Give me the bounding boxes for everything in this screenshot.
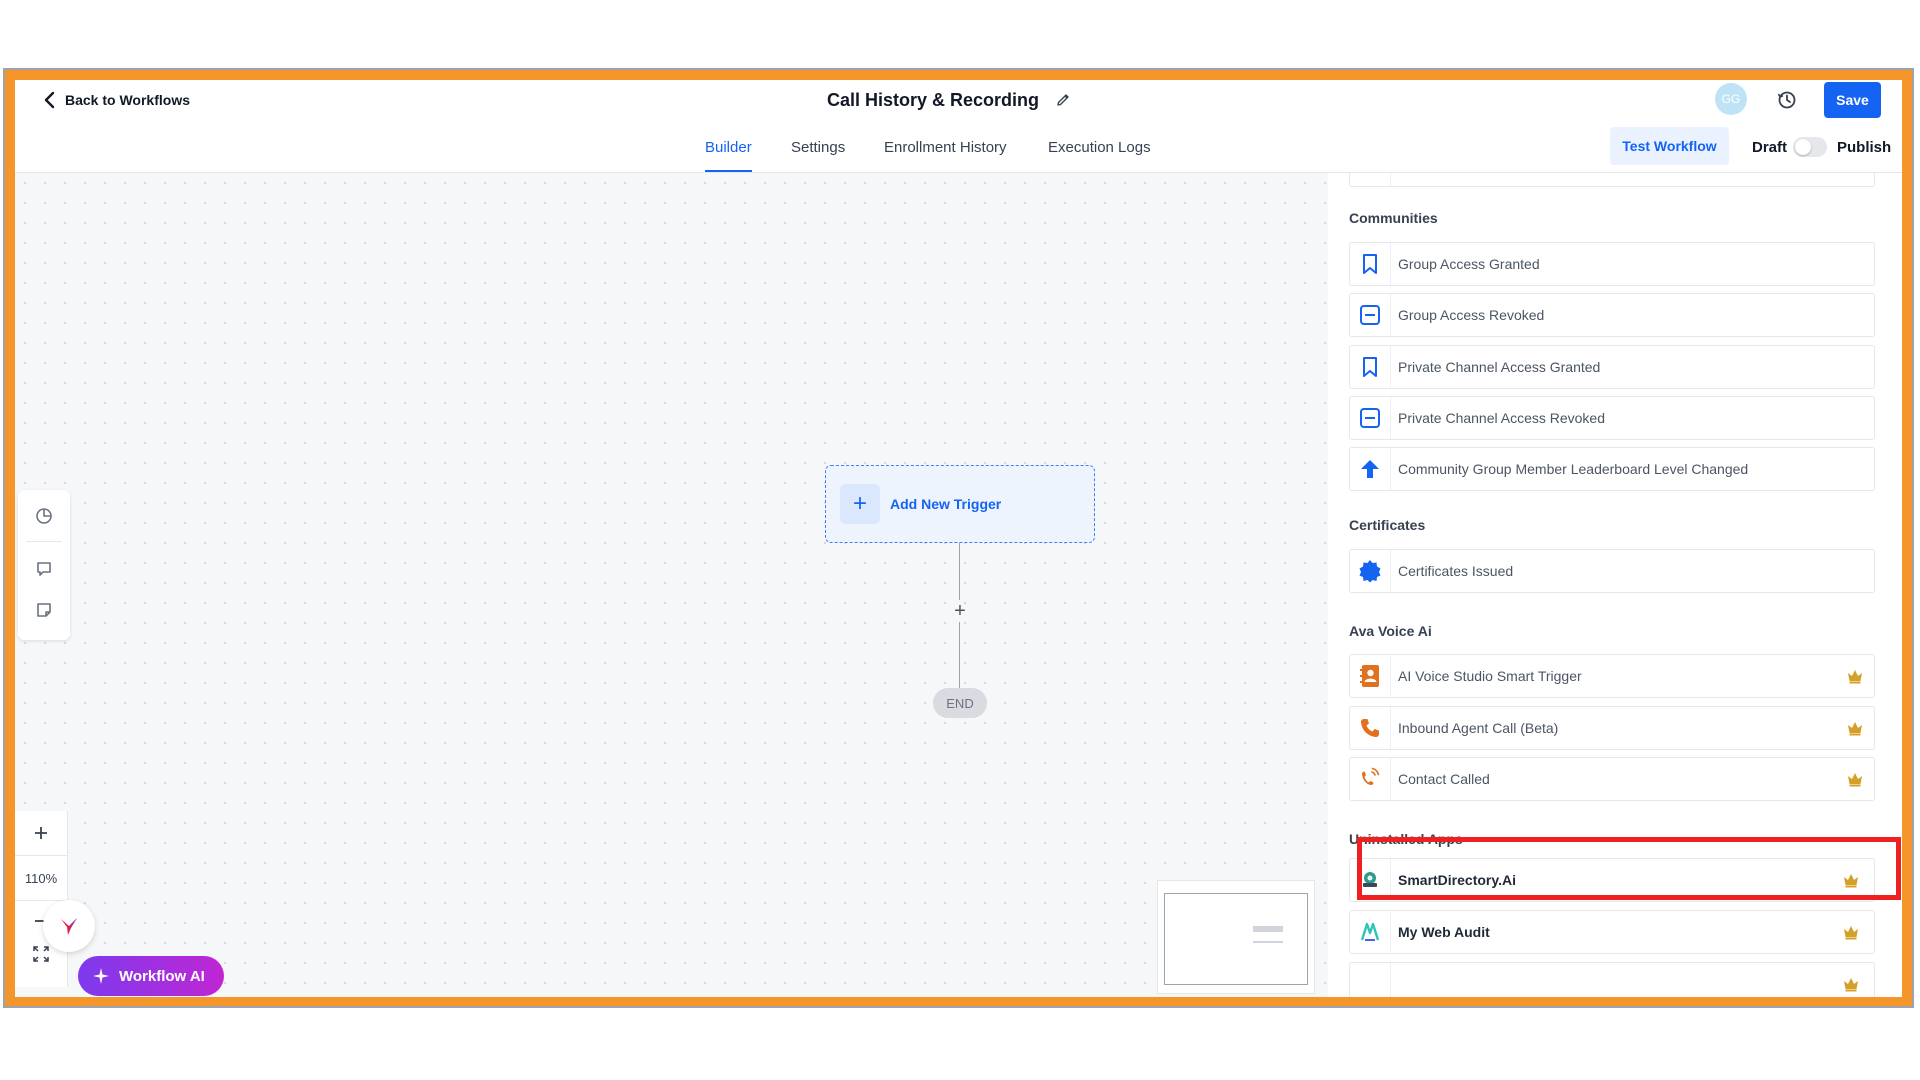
workflow-canvas[interactable]: [15, 173, 1328, 997]
crown-icon: [1844, 926, 1858, 940]
tab-execution-logs[interactable]: Execution Logs: [1048, 122, 1151, 172]
top-header: Back to Workflows Call History & Recordi…: [15, 80, 1902, 123]
trigger-item-label: Community Group Member Leaderboard Level…: [1398, 461, 1749, 477]
app-item-partial[interactable]: [1349, 962, 1875, 997]
draft-label: Draft: [1752, 138, 1788, 156]
minimap-viewport[interactable]: [1164, 893, 1308, 985]
add-new-trigger-node[interactable]: + Add New Trigger: [825, 465, 1095, 543]
workflow-ai-button[interactable]: Workflow AI: [78, 956, 224, 996]
trigger-item-group-access-granted[interactable]: Group Access Granted: [1349, 242, 1875, 286]
edit-pencil-icon[interactable]: [1055, 92, 1071, 108]
tab-builder[interactable]: Builder: [705, 122, 752, 172]
app-item-smartdirectory-ai[interactable]: SmartDirectory.Ai: [1349, 858, 1875, 902]
add-trigger-label: Add New Trigger: [890, 495, 1002, 512]
comment-icon[interactable]: [30, 555, 58, 583]
ai-assistant-bird-icon[interactable]: [43, 900, 95, 952]
trigger-item-label: Private Channel Access Granted: [1398, 359, 1601, 375]
workflow-title: Call History & Recording: [827, 86, 1071, 114]
trigger-list-panel: Communities Group Access Granted Group A…: [1328, 173, 1902, 997]
mywebaudit-logo-icon: [1360, 922, 1380, 941]
trigger-item-label: Contact Called: [1398, 771, 1490, 787]
back-to-workflows-link[interactable]: Back to Workflows: [43, 86, 190, 114]
trigger-item-label: Group Access Granted: [1398, 256, 1540, 272]
trigger-item-certificates-issued[interactable]: Certificates Issued: [1349, 549, 1875, 593]
trigger-item-contact-called[interactable]: Contact Called: [1349, 757, 1875, 801]
phone-icon: [1361, 719, 1379, 737]
canvas-minimap[interactable]: [1157, 880, 1315, 994]
trigger-item-label: Inbound Agent Call (Beta): [1398, 720, 1559, 736]
app-item-label: My Web Audit: [1398, 924, 1490, 940]
trigger-item-leaderboard-level-changed[interactable]: Community Group Member Leaderboard Level…: [1349, 447, 1875, 491]
tab-enrollment-history[interactable]: Enrollment History: [884, 122, 1007, 172]
crown-icon: [1848, 773, 1862, 787]
save-button[interactable]: Save: [1824, 82, 1881, 118]
crown-icon: [1844, 874, 1858, 888]
trigger-item-private-channel-access-revoked[interactable]: Private Channel Access Revoked: [1349, 396, 1875, 440]
section-title-uninstalled-apps: Uninstalled Apps: [1349, 831, 1463, 847]
test-workflow-button[interactable]: Test Workflow: [1610, 127, 1729, 165]
crown-icon: [1848, 670, 1862, 684]
user-avatar[interactable]: GG: [1715, 83, 1747, 115]
connector-line: [959, 543, 960, 600]
trigger-item-group-access-revoked[interactable]: Group Access Revoked: [1349, 293, 1875, 337]
workflow-ai-label: Workflow AI: [119, 967, 205, 985]
app-item-my-web-audit[interactable]: My Web Audit: [1349, 910, 1875, 954]
zoom-in-button[interactable]: [15, 811, 67, 855]
zoom-level: 110%: [15, 855, 67, 901]
publish-label: Publish: [1837, 138, 1892, 156]
chevron-left-icon: [44, 91, 55, 109]
bookmark-icon: [1363, 254, 1377, 274]
minus-square-icon: [1360, 408, 1380, 428]
tab-settings[interactable]: Settings: [791, 122, 845, 172]
section-title-certificates: Certificates: [1349, 517, 1426, 533]
list-item-icon-cell: [1350, 173, 1391, 186]
canvas-side-toolbar: [18, 490, 70, 640]
publish-toggle[interactable]: [1793, 137, 1827, 157]
section-title-communities: Communities: [1349, 210, 1438, 226]
trigger-item-label: Group Access Revoked: [1398, 307, 1545, 323]
section-title-ava-voice-ai: Ava Voice Ai: [1349, 623, 1432, 639]
trigger-item-ai-voice-studio-smart-trigger[interactable]: AI Voice Studio Smart Trigger: [1349, 654, 1875, 698]
bookmark-icon: [1363, 357, 1377, 377]
plus-icon: [35, 827, 47, 839]
crown-icon: [1848, 722, 1862, 736]
trigger-item-label: Certificates Issued: [1398, 563, 1514, 579]
crown-icon: [1844, 978, 1858, 992]
app-item-label: SmartDirectory.Ai: [1398, 872, 1517, 888]
contact-book-icon: [1360, 665, 1379, 687]
workflow-builder-app: Back to Workflows Call History & Recordi…: [15, 80, 1902, 997]
trigger-item-label: Private Channel Access Revoked: [1398, 410, 1605, 426]
end-node: END: [933, 688, 987, 718]
arrow-up-icon: [1361, 460, 1379, 478]
workflow-title-text: Call History & Recording: [827, 89, 1040, 110]
connector-line: [959, 622, 960, 688]
add-step-button[interactable]: +: [949, 600, 971, 622]
trigger-item-label: AI Voice Studio Smart Trigger: [1398, 668, 1582, 684]
badge-icon: [1359, 560, 1381, 583]
trigger-item-inbound-agent-call[interactable]: Inbound Agent Call (Beta): [1349, 706, 1875, 750]
trigger-item-private-channel-access-granted[interactable]: Private Channel Access Granted: [1349, 345, 1875, 389]
minimap-node: [1253, 926, 1283, 932]
minus-square-icon: [1360, 305, 1380, 325]
minimap-node: [1253, 941, 1283, 943]
back-label: Back to Workflows: [65, 92, 190, 108]
sparkle-icon: [93, 968, 109, 984]
list-item[interactable]: [1349, 173, 1875, 187]
tab-bar: Builder Settings Enrollment History Exec…: [15, 122, 1902, 173]
phone-ringing-icon: [1362, 767, 1380, 785]
plus-icon: +: [840, 484, 880, 524]
sticky-note-icon[interactable]: [30, 596, 58, 624]
pie-chart-icon[interactable]: [30, 502, 58, 530]
smartdirectory-logo-icon: [1363, 872, 1377, 887]
version-history-icon[interactable]: [1773, 86, 1801, 114]
app-logo-icon: [1350, 963, 1391, 997]
toolbar-divider: [26, 541, 62, 542]
